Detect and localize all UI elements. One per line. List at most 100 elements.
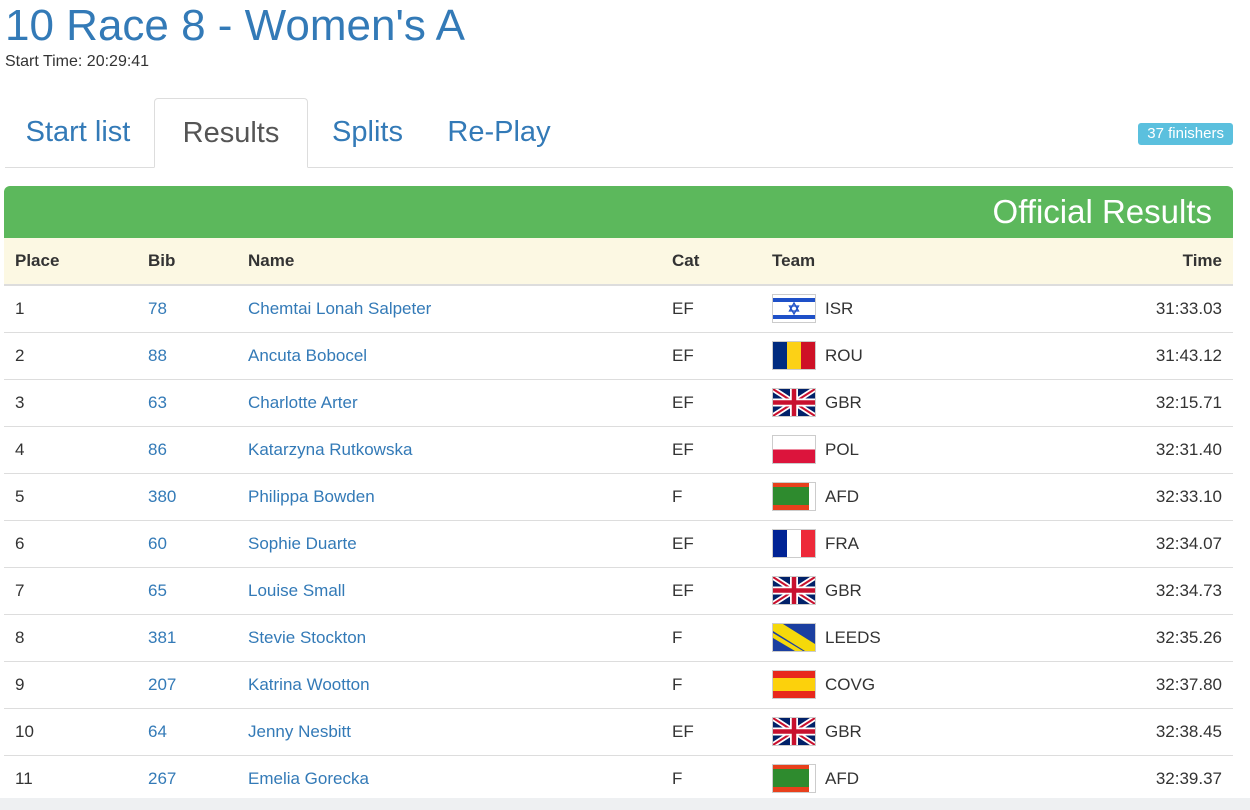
- athlete-name-link[interactable]: Philippa Bowden: [248, 487, 375, 507]
- bib-link[interactable]: 86: [148, 440, 167, 460]
- team-code: LEEDS: [825, 628, 881, 647]
- table-row: 4 86 Katarzyna Rutkowska EF POL 32:31.40: [4, 427, 1233, 474]
- afd-club-flag-icon: [772, 764, 816, 793]
- team-code: COVG: [825, 675, 876, 694]
- athlete-name-link[interactable]: Chemtai Lonah Salpeter: [248, 299, 431, 319]
- finish-time: 32:38.45: [1155, 722, 1222, 741]
- finish-time: 32:39.37: [1155, 769, 1222, 788]
- column-header-place[interactable]: Place: [15, 251, 59, 271]
- category-cell: EF: [672, 581, 694, 600]
- athlete-name-link[interactable]: Katrina Wootton: [248, 675, 370, 695]
- place-cell: 3: [15, 393, 25, 412]
- finish-time: 32:35.26: [1155, 628, 1222, 647]
- place-cell: 10: [15, 722, 34, 741]
- table-row: 2 88 Ancuta Bobocel EF ROU 31:43.12: [4, 333, 1233, 380]
- afd-club-flag-icon: [772, 482, 816, 511]
- finish-time: 31:33.03: [1155, 299, 1222, 318]
- tab-start-list[interactable]: Start list: [5, 98, 151, 167]
- category-cell: EF: [672, 440, 694, 459]
- team-code: FRA: [825, 534, 859, 553]
- bib-link[interactable]: 63: [148, 393, 167, 413]
- team-code: GBR: [825, 581, 862, 600]
- athlete-name-link[interactable]: Charlotte Arter: [248, 393, 358, 413]
- uk-flag-icon: [772, 388, 816, 417]
- place-cell: 9: [15, 675, 25, 694]
- romania-flag-icon: [772, 341, 816, 370]
- category-cell: EF: [672, 299, 694, 318]
- table-row: 11 267 Emelia Gorecka F AFD 32:39.37: [4, 756, 1233, 803]
- athlete-name-link[interactable]: Stevie Stockton: [248, 628, 366, 648]
- athlete-name-link[interactable]: Emelia Gorecka: [248, 769, 369, 789]
- team-code: AFD: [825, 769, 859, 788]
- table-row: 6 60 Sophie Duarte EF FRA 32:34.07: [4, 521, 1233, 568]
- athlete-name-link[interactable]: Ancuta Bobocel: [248, 346, 367, 366]
- finishers-badge: 37 finishers: [1138, 123, 1233, 145]
- column-header-name[interactable]: Name: [248, 251, 294, 271]
- category-cell: F: [672, 769, 683, 788]
- column-header-cat[interactable]: Cat: [672, 251, 699, 271]
- table-body: 1 78 Chemtai Lonah Salpeter EF ISR 31:33.03 2 8…: [4, 286, 1233, 803]
- uk-flag-icon: [772, 576, 816, 605]
- table-row: 1 78 Chemtai Lonah Salpeter EF ISR 31:33.03: [4, 286, 1233, 333]
- table-row: 9 207 Katrina Wootton F COVG 32:37.80: [4, 662, 1233, 709]
- page-title: 10 Race 8 - Women's A: [5, 1, 466, 50]
- bib-link[interactable]: 65: [148, 581, 167, 601]
- place-cell: 8: [15, 628, 25, 647]
- bib-link[interactable]: 207: [148, 675, 176, 695]
- category-cell: F: [672, 628, 683, 647]
- athlete-name-link[interactable]: Louise Small: [248, 581, 345, 601]
- place-cell: 4: [15, 440, 25, 459]
- bib-link[interactable]: 64: [148, 722, 167, 742]
- tab-replay[interactable]: Re-Play: [430, 98, 568, 167]
- finish-time: 32:34.07: [1155, 534, 1222, 553]
- category-cell: EF: [672, 722, 694, 741]
- table-row: 7 65 Louise Small EF GBR 32:34.73: [4, 568, 1233, 615]
- table-row: 10 64 Jenny Nesbitt EF GBR 32:38.45: [4, 709, 1233, 756]
- france-flag-icon: [772, 529, 816, 558]
- table-header: Place Bib Name Cat Team Time: [4, 238, 1233, 286]
- place-cell: 2: [15, 346, 25, 365]
- banner-title: Official Results: [992, 193, 1212, 230]
- tab-results[interactable]: Results: [154, 98, 308, 168]
- category-cell: EF: [672, 393, 694, 412]
- athlete-name-link[interactable]: Jenny Nesbitt: [248, 722, 351, 742]
- category-cell: EF: [672, 346, 694, 365]
- bib-link[interactable]: 60: [148, 534, 167, 554]
- team-code: GBR: [825, 722, 862, 741]
- israel-flag-icon: [772, 294, 816, 323]
- bib-link[interactable]: 380: [148, 487, 176, 507]
- category-cell: F: [672, 487, 683, 506]
- bib-link[interactable]: 267: [148, 769, 176, 789]
- column-header-bib[interactable]: Bib: [148, 251, 175, 271]
- team-code: GBR: [825, 393, 862, 412]
- poland-flag-icon: [772, 435, 816, 464]
- table-row: 5 380 Philippa Bowden F AFD 32:33.10: [4, 474, 1233, 521]
- athlete-name-link[interactable]: Katarzyna Rutkowska: [248, 440, 412, 460]
- place-cell: 7: [15, 581, 25, 600]
- finish-time: 32:15.71: [1155, 393, 1222, 412]
- place-cell: 6: [15, 534, 25, 553]
- results-table: Place Bib Name Cat Team Time 1 78 Chemtai …: [4, 238, 1233, 803]
- place-cell: 5: [15, 487, 25, 506]
- bib-link[interactable]: 88: [148, 346, 167, 366]
- finish-time: 32:31.40: [1155, 440, 1222, 459]
- table-row: 8 381 Stevie Stockton F LEEDS 32:35.26: [4, 615, 1233, 662]
- place-cell: 11: [15, 769, 33, 788]
- results-tabs: Start list Results Splits Re-Play 37 fin…: [5, 98, 1233, 168]
- bib-link[interactable]: 381: [148, 628, 176, 648]
- column-header-time[interactable]: Time: [1183, 251, 1222, 271]
- team-code: ISR: [825, 299, 854, 318]
- finish-time: 31:43.12: [1155, 346, 1222, 365]
- uk-flag-icon: [772, 717, 816, 746]
- athlete-name-link[interactable]: Sophie Duarte: [248, 534, 357, 554]
- start-time: Start Time: 20:29:41: [5, 53, 150, 70]
- covg-club-flag-icon: [772, 670, 816, 699]
- place-cell: 1: [15, 299, 25, 318]
- finish-time: 32:37.80: [1155, 675, 1222, 694]
- column-header-team[interactable]: Team: [772, 251, 815, 271]
- finish-time: 32:33.10: [1155, 487, 1222, 506]
- tab-splits[interactable]: Splits: [315, 98, 420, 167]
- category-cell: EF: [672, 534, 694, 553]
- team-code: ROU: [825, 346, 863, 365]
- bib-link[interactable]: 78: [148, 299, 167, 319]
